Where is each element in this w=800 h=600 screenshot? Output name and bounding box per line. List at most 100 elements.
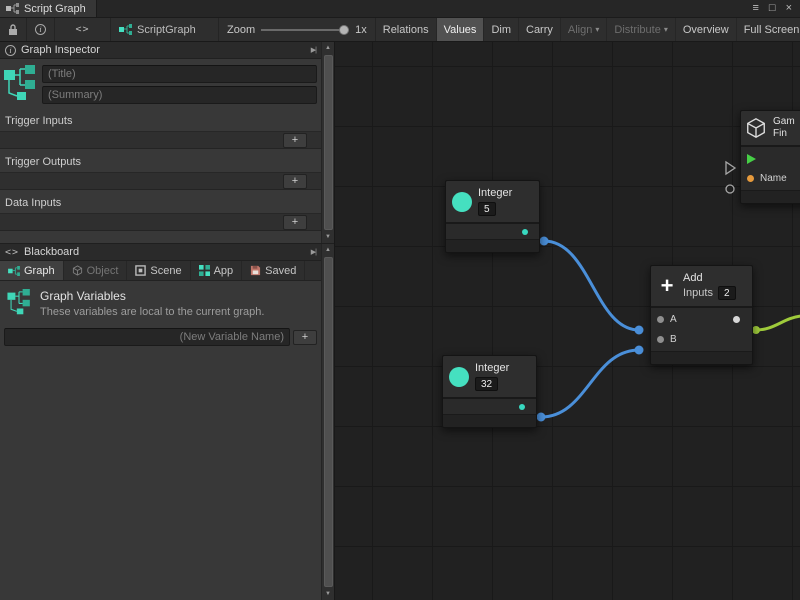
node-title: Add bbox=[683, 272, 703, 284]
chevron-down-icon: ▾ bbox=[664, 25, 668, 34]
close-icon[interactable]: × bbox=[786, 3, 792, 14]
zoom-slider[interactable] bbox=[261, 29, 349, 31]
scroll-down-icon[interactable]: ▼ bbox=[322, 588, 334, 600]
menu-icon[interactable]: ≡ bbox=[752, 3, 758, 14]
tab-saved[interactable]: Saved bbox=[242, 261, 305, 280]
node-gameobject-find[interactable]: Gam Fin Name bbox=[740, 110, 800, 204]
blackboard-tabs: Graph Object Scene bbox=[0, 261, 321, 281]
port-b-dot[interactable] bbox=[657, 336, 664, 343]
overview-button[interactable]: Overview bbox=[676, 18, 737, 41]
trigger-outputs-section: Trigger Outputs + bbox=[0, 155, 321, 190]
new-variable-input[interactable] bbox=[4, 328, 290, 346]
cube-icon bbox=[745, 117, 767, 139]
output-port[interactable] bbox=[733, 316, 740, 323]
trigger-outputs-list: + bbox=[0, 172, 321, 190]
pop-out-icon[interactable]: ▶| bbox=[311, 248, 316, 256]
node-footer bbox=[446, 239, 539, 252]
titlebar: Script Graph ≡ □ × bbox=[0, 0, 800, 18]
scroll-down-icon[interactable]: ▼ bbox=[322, 231, 334, 243]
node-value[interactable]: 5 bbox=[478, 202, 496, 216]
lock-icon bbox=[8, 24, 18, 36]
tab-object[interactable]: Object bbox=[64, 261, 128, 280]
values-button[interactable]: Values bbox=[437, 18, 485, 41]
node-integer-5[interactable]: Integer 5 bbox=[445, 180, 540, 253]
script-graph-icon bbox=[119, 24, 132, 35]
name-port-dot[interactable] bbox=[747, 175, 754, 182]
window-tab-script-graph[interactable]: Script Graph bbox=[0, 0, 97, 17]
lock-button[interactable] bbox=[0, 18, 27, 41]
trigger-inputs-section: Trigger Inputs + bbox=[0, 114, 321, 149]
pop-out-icon[interactable]: ▶| bbox=[311, 46, 316, 54]
section-label: Trigger Inputs bbox=[0, 114, 321, 130]
carry-button[interactable]: Carry bbox=[519, 18, 561, 41]
scrollbar-thumb[interactable] bbox=[324, 257, 333, 587]
flow-arrow-icon bbox=[747, 154, 756, 164]
zoom-slider-knob[interactable] bbox=[339, 25, 349, 35]
data-inputs-list: + bbox=[0, 213, 321, 231]
edit-graph-button[interactable]: <> bbox=[55, 18, 111, 41]
tab-scene[interactable]: Scene bbox=[127, 261, 190, 280]
trigger-inputs-list: + bbox=[0, 131, 321, 149]
graph-variables-description: These variables are local to the current… bbox=[40, 306, 264, 318]
relations-button[interactable]: Relations bbox=[376, 18, 437, 41]
align-button[interactable]: Align ▾ bbox=[561, 18, 607, 41]
flow-in-row[interactable] bbox=[747, 150, 800, 167]
node-footer bbox=[741, 190, 800, 203]
maximize-icon[interactable]: □ bbox=[769, 3, 776, 14]
graph-variables-icon bbox=[6, 289, 32, 315]
output-port[interactable] bbox=[522, 229, 528, 235]
port-a-dot[interactable] bbox=[657, 316, 664, 323]
graph-name: ScriptGraph bbox=[137, 24, 196, 36]
graph-breadcrumb[interactable]: ScriptGraph bbox=[111, 18, 219, 41]
node-footer bbox=[443, 414, 536, 427]
node-integer-32[interactable]: Integer 32 bbox=[442, 355, 537, 428]
add-trigger-input-button[interactable]: + bbox=[283, 133, 307, 148]
inspect-toggle-button[interactable]: i bbox=[27, 18, 55, 41]
distribute-button[interactable]: Distribute ▾ bbox=[607, 18, 675, 41]
chevron-down-icon: ▾ bbox=[595, 25, 599, 34]
info-icon: i bbox=[5, 45, 16, 56]
app-grid-icon bbox=[199, 265, 210, 276]
input-port-a[interactable]: A bbox=[657, 311, 746, 328]
graph-toolbar: i <> ScriptGraph Zoom 1x Relations Value… bbox=[0, 18, 800, 42]
add-data-input-button[interactable]: + bbox=[283, 215, 307, 230]
section-label: Trigger Outputs bbox=[0, 155, 321, 171]
node-add[interactable]: + Add Inputs 2 A B bbox=[650, 265, 753, 365]
blackboard-title: Blackboard bbox=[24, 246, 79, 258]
blackboard-scrollbar[interactable]: ▲ ▼ bbox=[321, 244, 334, 600]
graph-inspector-panel: i Graph Inspector ▶| T bbox=[0, 42, 334, 244]
scrollbar-thumb[interactable] bbox=[324, 55, 333, 230]
graph-canvas[interactable]: Integer 5 Integer 32 bbox=[335, 42, 800, 600]
input-port-name[interactable]: Name bbox=[747, 170, 800, 187]
graph-tab-icon bbox=[8, 266, 20, 276]
scroll-up-icon[interactable]: ▲ bbox=[322, 244, 334, 256]
data-inputs-section: Data Inputs + bbox=[0, 196, 321, 231]
inspector-scrollbar[interactable]: ▲ ▼ bbox=[321, 42, 334, 243]
output-port[interactable] bbox=[519, 404, 525, 410]
saved-disk-icon bbox=[250, 265, 261, 276]
dim-button[interactable]: Dim bbox=[484, 18, 519, 41]
script-graph-asset-icon bbox=[4, 65, 36, 101]
node-value[interactable]: 32 bbox=[475, 377, 498, 391]
add-variable-button[interactable]: + bbox=[293, 330, 317, 345]
tab-graph[interactable]: Graph bbox=[0, 261, 64, 280]
scroll-up-icon[interactable]: ▲ bbox=[322, 42, 334, 54]
value-input-port bbox=[726, 185, 734, 193]
zoom-value: 1x bbox=[355, 24, 367, 36]
integer-icon bbox=[449, 367, 469, 387]
zoom-label: Zoom bbox=[227, 24, 255, 36]
sidebar: i Graph Inspector ▶| T bbox=[0, 42, 335, 600]
integer-icon bbox=[452, 192, 472, 212]
node-title-line2: Fin bbox=[773, 128, 795, 140]
tab-app[interactable]: App bbox=[191, 261, 243, 280]
code-icon: <> bbox=[5, 247, 19, 258]
inputs-count[interactable]: 2 bbox=[718, 286, 736, 300]
graph-summary-input[interactable] bbox=[42, 86, 317, 104]
graph-title-input[interactable] bbox=[42, 65, 317, 83]
cube-icon bbox=[72, 265, 83, 276]
code-icon: <> bbox=[75, 24, 89, 35]
flow-input-port bbox=[726, 162, 735, 174]
input-port-b[interactable]: B bbox=[657, 331, 746, 348]
add-trigger-output-button[interactable]: + bbox=[283, 174, 307, 189]
full-screen-button[interactable]: Full Screen bbox=[737, 18, 800, 41]
